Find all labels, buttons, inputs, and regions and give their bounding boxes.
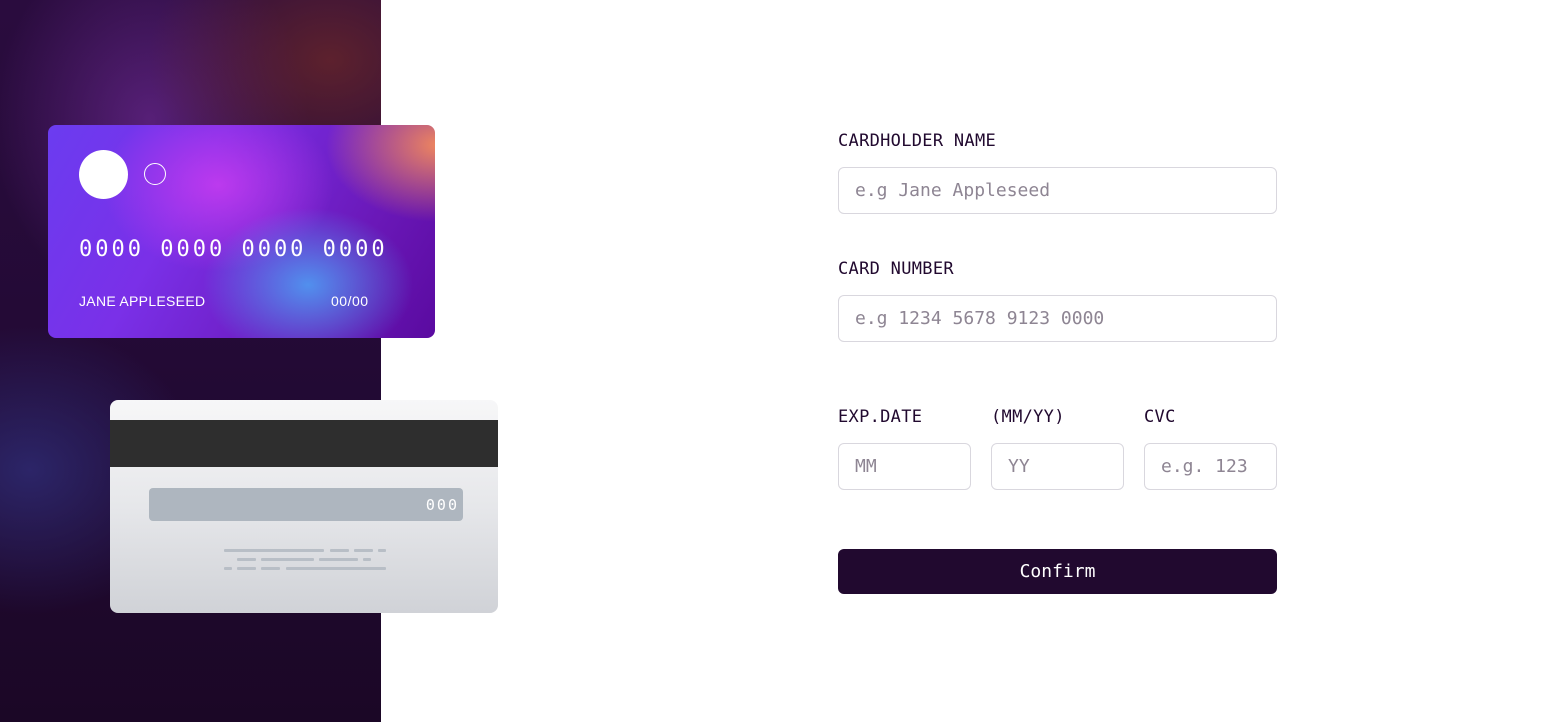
signature-strip: 000: [149, 488, 463, 521]
magnetic-stripe: [110, 420, 498, 467]
card-logo-outline-circle: [144, 163, 166, 185]
card-number-input[interactable]: [838, 295, 1277, 342]
exp-date-label: EXP.DATE: [838, 407, 923, 427]
card-back-fine-print: [224, 549, 389, 573]
card-front: 0000 0000 0000 0000 JANE APPLESEED 00/00: [48, 125, 435, 338]
cvc-label: CVC: [1144, 407, 1176, 427]
cardholder-name-label: CARDHOLDER NAME: [838, 131, 997, 151]
card-logo-filled-circle: [79, 150, 128, 199]
card-details-page: 0000 0000 0000 0000 JANE APPLESEED 00/00…: [0, 0, 1561, 722]
decorative-background-panel: [0, 0, 381, 722]
exp-year-input[interactable]: [991, 443, 1124, 490]
cvc-input[interactable]: [1144, 443, 1277, 490]
exp-month-input[interactable]: [838, 443, 971, 490]
card-back: 000: [110, 400, 498, 613]
card-number-display: 0000 0000 0000 0000: [79, 237, 388, 262]
cardholder-name-input[interactable]: [838, 167, 1277, 214]
card-number-label: CARD NUMBER: [838, 259, 954, 279]
confirm-button[interactable]: Confirm: [838, 549, 1277, 594]
exp-format-label: (MM/YY): [991, 407, 1065, 427]
cvc-display: 000: [425, 496, 459, 514]
cardholder-name-display: JANE APPLESEED: [79, 293, 206, 309]
card-expiry-display: 00/00: [331, 293, 369, 309]
